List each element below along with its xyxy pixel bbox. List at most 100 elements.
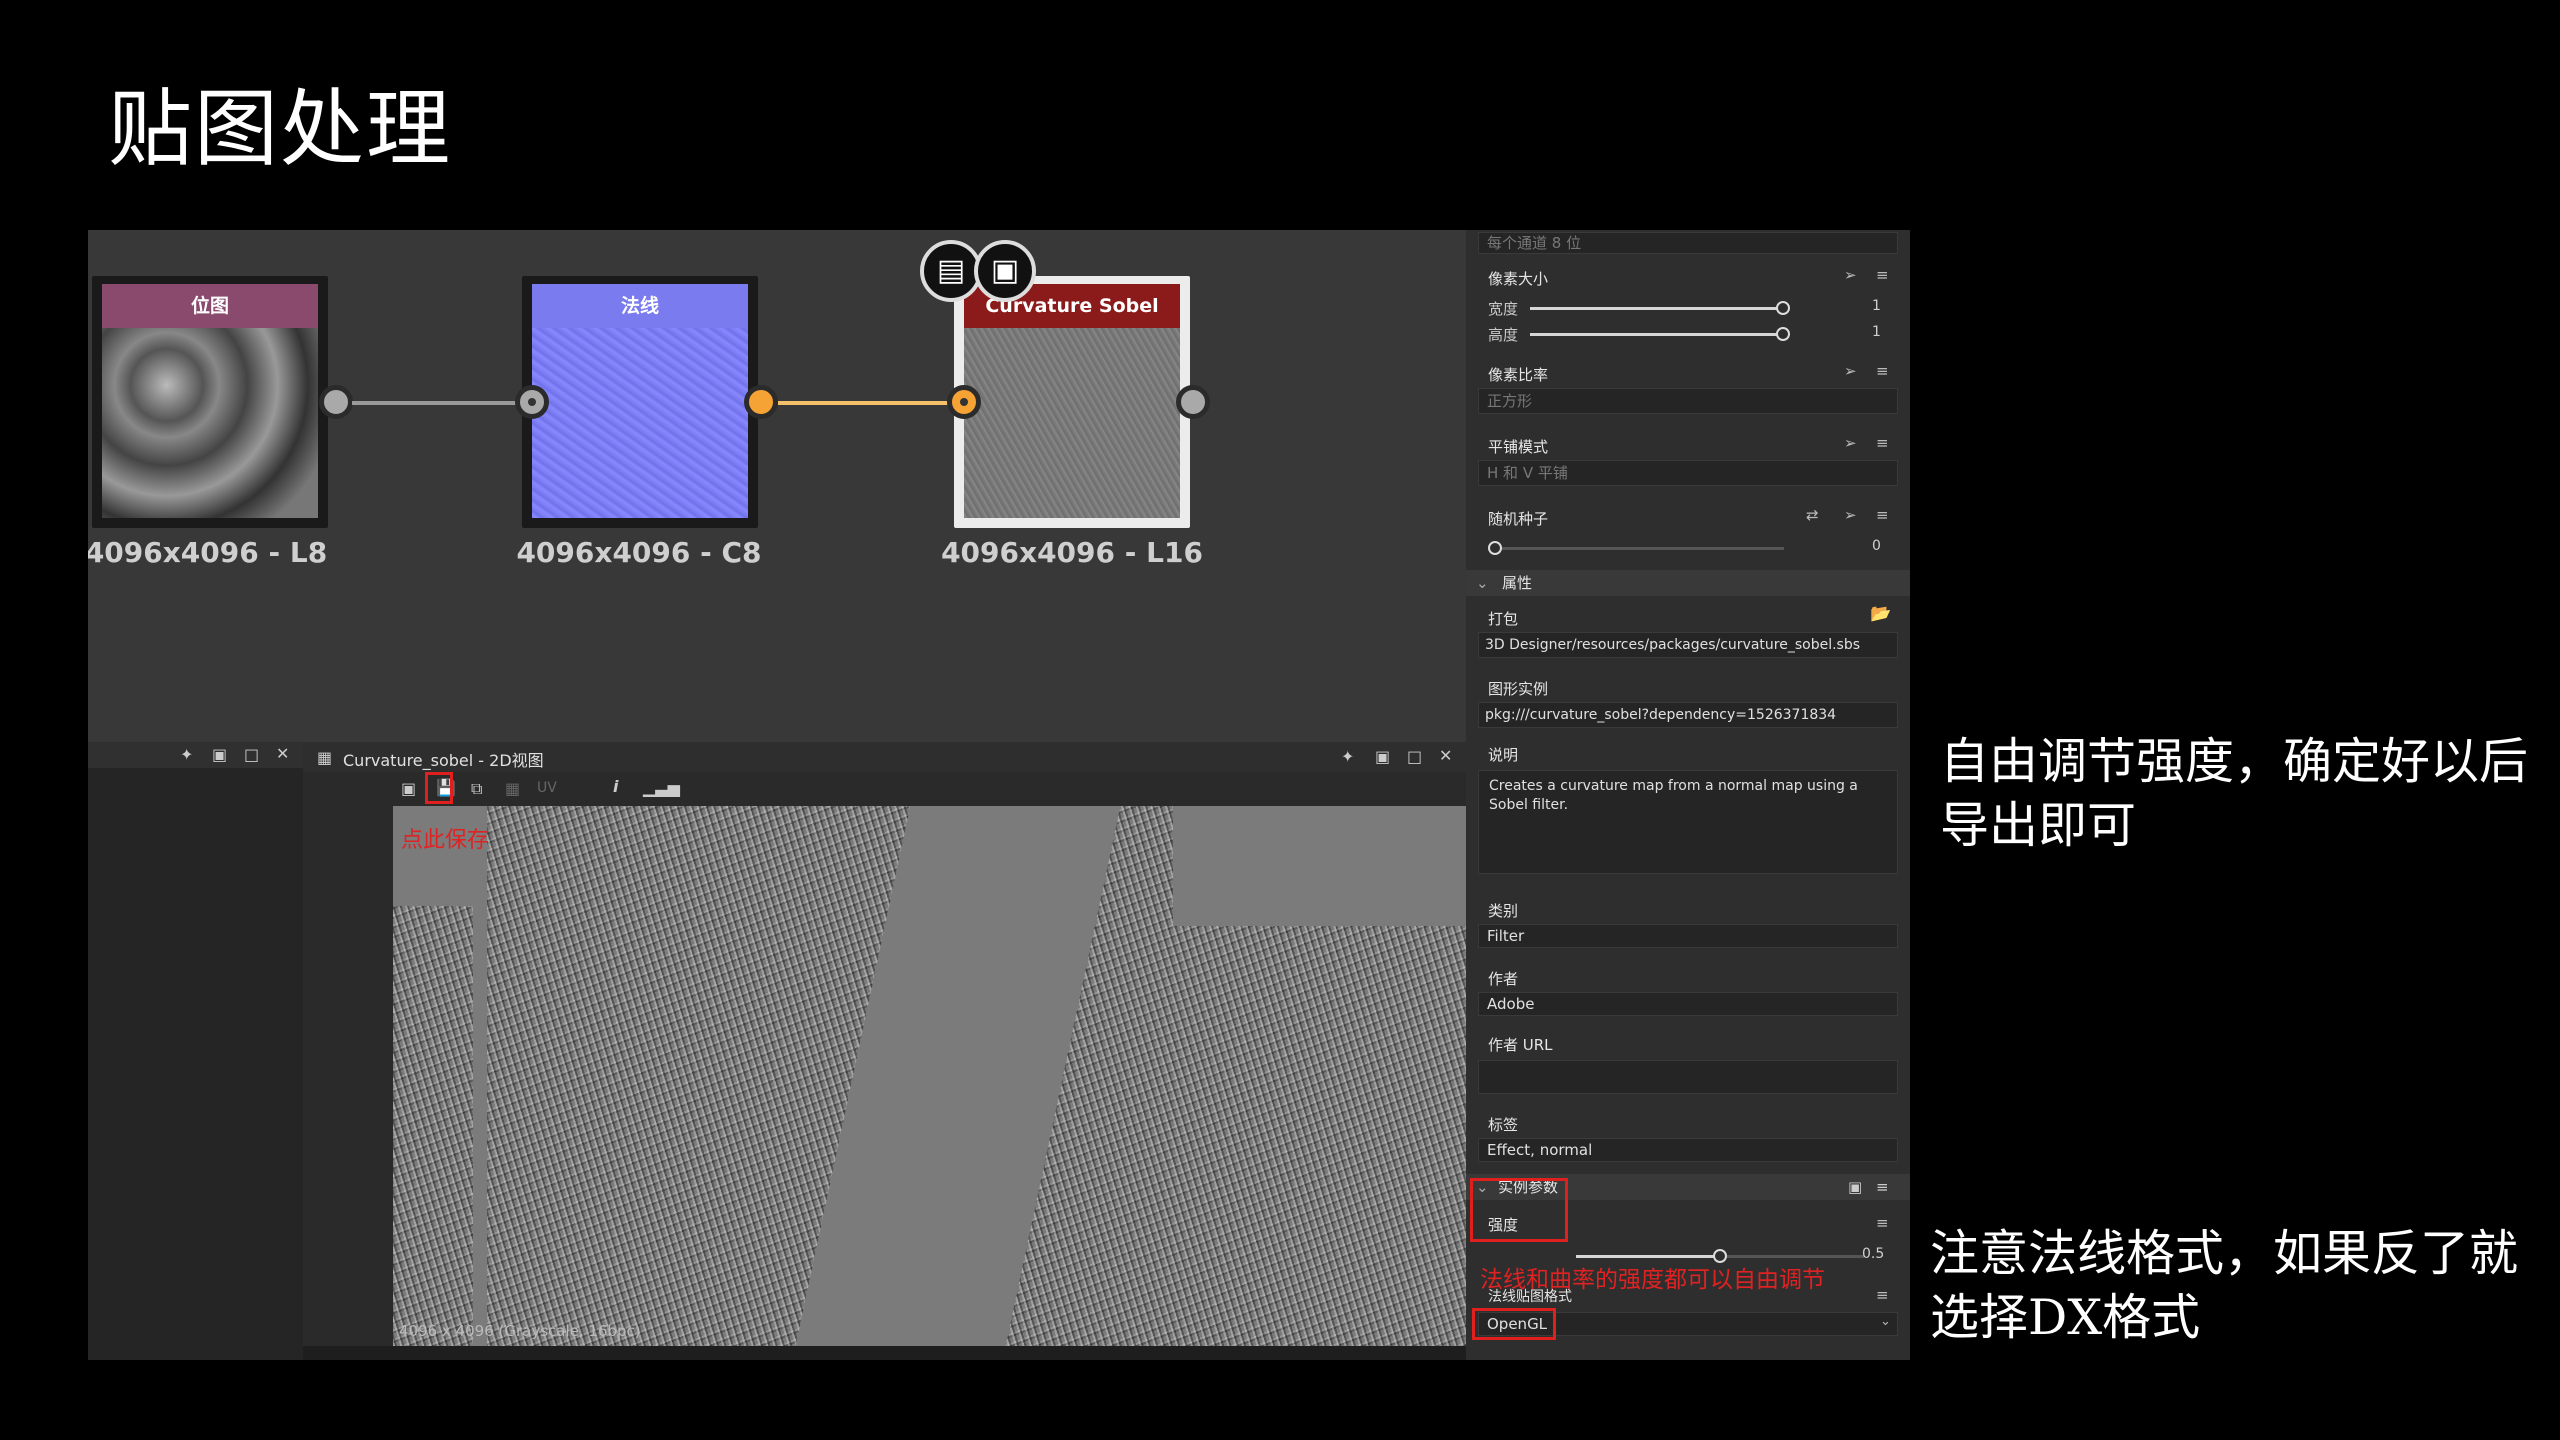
pin-icon[interactable]: ✦ [180, 745, 193, 764]
link-icon[interactable]: ➢ [1844, 266, 1857, 284]
checker-icon[interactable]: ▣ [974, 240, 1036, 302]
histogram-icon[interactable]: ▁▃▅ [643, 778, 680, 797]
description-field[interactable]: Creates a curvature map from a normal ma… [1478, 770, 1898, 874]
node-normal-input-socket[interactable] [515, 385, 549, 419]
menu-icon[interactable]: ≡ [1876, 266, 1889, 284]
view-2d-statusbar [303, 1346, 1466, 1360]
bits-per-channel-select[interactable]: 每个通道 8 位 [1478, 232, 1898, 254]
link-bitmap-normal [352, 401, 528, 405]
menu-icon[interactable]: ≡ [1876, 1286, 1889, 1304]
link-icon[interactable]: ➢ [1844, 362, 1857, 380]
menu-icon[interactable]: ≡ [1876, 434, 1889, 452]
pixel-size-label: 像素大小 [1488, 270, 1549, 288]
node-bitmap-thumbnail [102, 328, 318, 518]
menu-icon[interactable]: ≡ [1876, 506, 1889, 524]
tags-label: 标签 [1488, 1116, 1519, 1134]
info-icon[interactable]: i [613, 777, 618, 796]
node-normal-resolution: 4096x4096 - C8 [516, 536, 762, 569]
texture-canvas[interactable]: 4096 x 4096 (Grayscale, 16bpc) [393, 806, 1466, 1346]
package-field[interactable]: 3D Designer/resources/packages/curvature… [1478, 632, 1898, 658]
random-seed-slider-track[interactable] [1494, 547, 1784, 550]
view-2d-title: Curvature_sobel - 2D视图 [343, 751, 544, 770]
maximize-icon[interactable]: □ [1407, 747, 1422, 766]
view-2d-icon: ▦ [317, 748, 333, 767]
node-bitmap-output-socket[interactable] [319, 385, 353, 419]
graph-instance-field[interactable]: pkg:///curvature_sobel?dependency=152637… [1478, 702, 1898, 728]
close-icon[interactable]: ✕ [1439, 746, 1452, 765]
width-label: 宽度 [1488, 300, 1519, 318]
random-seed-value: 0 [1872, 538, 1881, 554]
link-normal-curvature [778, 401, 948, 405]
copy-view-icon[interactable]: ▣ [401, 779, 416, 798]
save-hint: 点此保存 [401, 828, 490, 853]
width-value: 1 [1872, 298, 1881, 314]
tiling-icon[interactable]: ▦ [505, 779, 520, 798]
graph-editor[interactable]: 位图 4096x4096 - L8 法线 4096x4096 - C8 Curv… [88, 230, 1466, 742]
save-highlight [425, 772, 453, 804]
menu-icon[interactable]: ≡ [1876, 1214, 1889, 1232]
maximize-icon[interactable]: □ [244, 745, 259, 764]
node-curvature-sobel[interactable]: Curvature Sobel [954, 276, 1190, 528]
image-info: 4096 x 4096 (Grayscale, 16bpc) [399, 1322, 641, 1340]
menu-icon[interactable]: ≡ [1876, 1174, 1889, 1200]
attributes-section-header[interactable]: ⌄ 属性 [1466, 570, 1910, 596]
author-url-field[interactable] [1478, 1060, 1898, 1094]
node-bitmap[interactable]: 位图 [92, 276, 328, 528]
width-slider-track[interactable] [1530, 307, 1782, 310]
folder-icon[interactable]: 📂 [1870, 604, 1891, 624]
slide-title: 贴图处理 [108, 80, 453, 178]
author-field[interactable]: Adobe [1478, 992, 1898, 1016]
height-slider-track[interactable] [1530, 333, 1782, 336]
tiling-mode-select[interactable]: H 和 V 平铺 [1478, 460, 1898, 486]
height-label: 高度 [1488, 326, 1519, 344]
preset-icon[interactable]: ▣ [1848, 1174, 1862, 1200]
intensity-value: 0.5 [1862, 1246, 1885, 1262]
left-panel-titlebar: ✦ ▣ □ ✕ [88, 742, 303, 768]
width-slider-knob[interactable] [1776, 301, 1790, 315]
package-label: 打包 [1488, 610, 1519, 628]
view-2d-titlebar: ▦ Curvature_sobel - 2D视图 ✦ ▣ □ ✕ [303, 742, 1466, 772]
intensity-slider-fill [1576, 1255, 1720, 1258]
attributes-section-title: 属性 [1502, 574, 1533, 592]
normal-format-highlight [1472, 1308, 1556, 1340]
tags-field[interactable]: Effect, normal [1478, 1138, 1898, 1162]
copy-icon[interactable]: ⧉ [471, 779, 482, 799]
pixel-ratio-label: 像素比率 [1488, 366, 1549, 384]
annotation-normal-format: 注意法线格式，如果反了就选择DX格式 [1930, 1225, 2519, 1346]
pin-icon[interactable]: ✦ [1341, 747, 1354, 766]
node-normal-output-socket[interactable] [744, 385, 778, 419]
menu-icon[interactable]: ≡ [1876, 362, 1889, 380]
node-normal[interactable]: 法线 [522, 276, 758, 528]
left-panel: ✦ ▣ □ ✕ [88, 742, 303, 1360]
author-url-label: 作者 URL [1488, 1036, 1553, 1054]
link-icon[interactable]: ➢ [1844, 506, 1857, 524]
author-label: 作者 [1488, 970, 1519, 988]
tiling-mode-label: 平铺模式 [1488, 438, 1549, 456]
node-curvature-output-socket[interactable] [1176, 385, 1210, 419]
random-seed-slider-knob[interactable] [1488, 541, 1502, 555]
designer-window: 位图 4096x4096 - L8 法线 4096x4096 - C8 Curv… [88, 230, 1910, 1360]
node-bitmap-title: 位图 [102, 284, 318, 328]
node-curvature-input-socket[interactable] [947, 385, 981, 419]
annotation-adjust-strength: 自由调节强度，确定好以后导出即可 [1940, 733, 2529, 854]
uv-toggle[interactable]: UV [537, 780, 557, 796]
normal-format-label: 法线贴图格式 [1488, 1289, 1572, 1305]
close-icon[interactable]: ✕ [276, 744, 289, 763]
node-normal-title: 法线 [532, 284, 748, 328]
float-icon[interactable]: ▣ [1375, 747, 1390, 766]
pixel-ratio-select[interactable]: 正方形 [1478, 388, 1898, 414]
chevron-down-icon: ⌄ [1880, 1314, 1891, 1329]
node-normal-thumbnail [532, 328, 748, 518]
node-curvature-thumbnail [964, 328, 1180, 518]
height-slider-knob[interactable] [1776, 327, 1790, 341]
float-icon[interactable]: ▣ [212, 745, 227, 764]
shuffle-icon[interactable]: ⇄ [1806, 506, 1819, 524]
node-bitmap-resolution: 4096x4096 - L8 [88, 536, 328, 569]
instance-params-highlight [1470, 1178, 1568, 1242]
category-field[interactable]: Filter [1478, 924, 1898, 948]
document-icon[interactable]: ▤ [920, 240, 982, 302]
link-icon[interactable]: ➢ [1844, 434, 1857, 452]
canvas-flat-region [473, 806, 487, 1346]
view-2d: ▦ Curvature_sobel - 2D视图 ✦ ▣ □ ✕ ▣ 💾 ⧉ ▦… [303, 742, 1466, 1360]
canvas-flat-region [795, 806, 1121, 1346]
